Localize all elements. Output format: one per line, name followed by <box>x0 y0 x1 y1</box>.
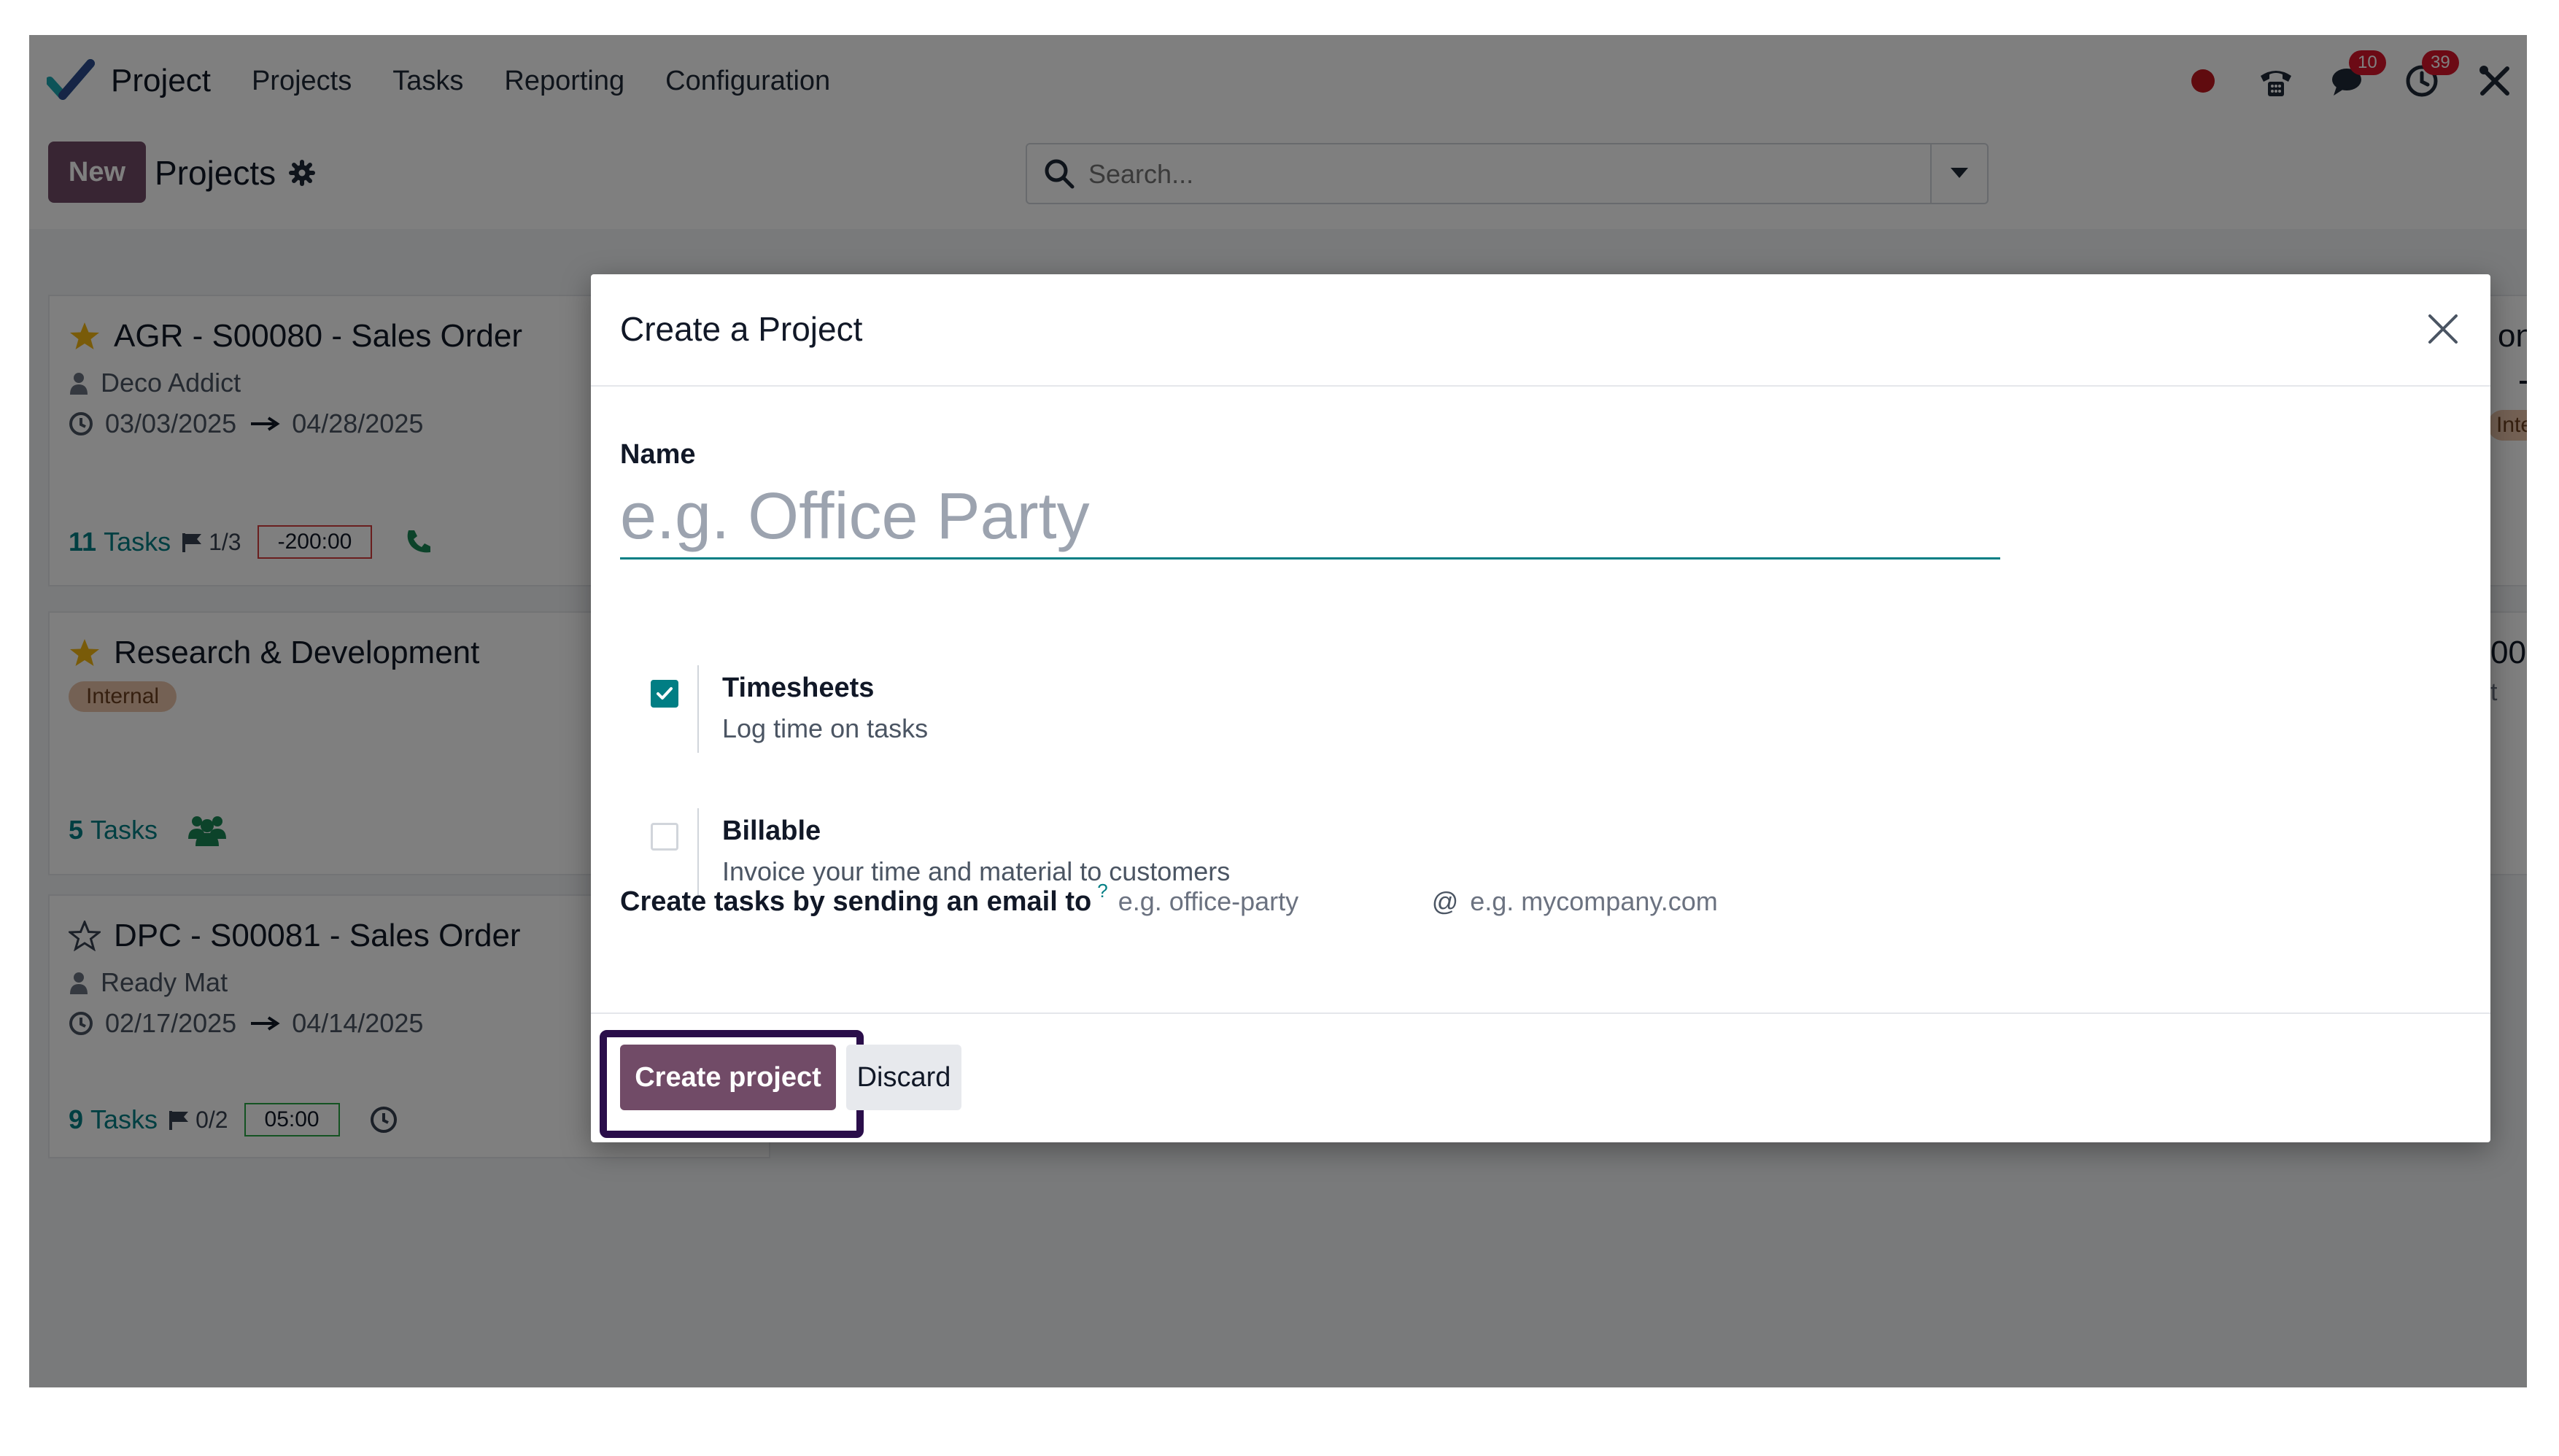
option-divider <box>697 665 699 753</box>
email-alias-label: Create tasks by sending an email to <box>620 886 1092 917</box>
email-alias-row: Create tasks by sending an email to ? @ <box>620 880 1837 918</box>
discard-button[interactable]: Discard <box>846 1045 961 1110</box>
alias-name-input[interactable] <box>1116 886 1426 918</box>
close-icon <box>2428 314 2458 344</box>
at-sign: @ <box>1431 886 1459 916</box>
create-project-button[interactable]: Create project <box>620 1045 836 1110</box>
billable-checkbox[interactable] <box>651 823 678 851</box>
help-tooltip-icon[interactable]: ? <box>1097 880 1107 902</box>
dialog-header: Create a Project <box>591 274 2490 387</box>
timesheets-checkbox[interactable] <box>651 680 678 708</box>
billable-description: Invoice your time and material to custom… <box>722 856 1231 886</box>
create-project-dialog: Create a Project Name Timesheets Log tim… <box>591 274 2490 1142</box>
alias-domain-input[interactable] <box>1468 886 1837 918</box>
close-button[interactable] <box>2417 303 2469 355</box>
timesheets-option: Timesheets Log time on tasks <box>620 665 1495 753</box>
billable-option: Billable Invoice your time and material … <box>620 808 1495 896</box>
app-window: Project Projects Tasks Reporting Configu… <box>29 35 2527 1387</box>
billable-title: Billable <box>722 816 821 846</box>
check-icon <box>657 687 673 700</box>
dialog-footer: Create project Discard <box>591 1012 2490 1144</box>
name-label: Name <box>620 439 696 470</box>
dialog-title: Create a Project <box>620 310 863 348</box>
timesheets-description: Log time on tasks <box>722 713 929 743</box>
project-name-input[interactable] <box>620 476 2000 559</box>
timesheets-title: Timesheets <box>722 673 875 703</box>
option-divider <box>697 808 699 896</box>
